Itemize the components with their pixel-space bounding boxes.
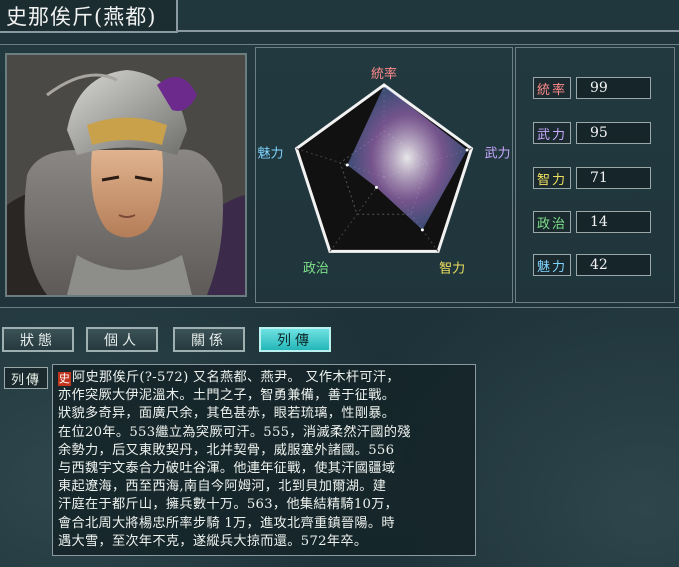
title-divider	[178, 30, 679, 32]
stat-label: 政治	[533, 211, 571, 233]
stat-label: 智力	[533, 167, 571, 189]
stat-row-war: 武力 95	[533, 122, 651, 144]
tab-status[interactable]: 狀態	[2, 327, 74, 352]
radar-axis-label: 魅力	[257, 147, 283, 162]
stat-row-politics: 政治 14	[533, 211, 651, 233]
title-text: 史那俟斤(燕都)	[6, 4, 157, 29]
stat-label: 武力	[533, 122, 571, 144]
biography-label: 列傳	[4, 367, 48, 389]
tab-personal[interactable]: 個人	[86, 327, 158, 352]
radar-axis-label: 政治	[303, 261, 329, 276]
stat-row-intelligence: 智力 71	[533, 167, 651, 189]
biography-text: 阿史那俟斤(?-572) 又名燕都、燕尹。 又作木杆可汗， 亦作突厥大伊泥溫木。…	[58, 370, 411, 549]
radar-point	[374, 185, 378, 189]
stat-row-charisma: 魅力 42	[533, 254, 651, 276]
stat-value: 99	[576, 77, 651, 99]
portrait-image	[7, 55, 245, 295]
ability-stats: 統率 99 武力 95 智力 71 政治 14 魅力 42	[515, 47, 675, 303]
officer-name-title: 史那俟斤(燕都)	[0, 0, 178, 33]
radar-svg: 統率武力智力 政治 魅力	[257, 66, 510, 276]
stat-value: 14	[576, 211, 651, 233]
stat-value: 95	[576, 122, 651, 144]
stat-label: 統率	[533, 77, 571, 99]
radar-axis-label: 武力	[484, 147, 510, 162]
tab-relations[interactable]: 關係	[173, 327, 245, 352]
stat-label: 魅力	[533, 254, 571, 276]
ability-radar-chart: 統率武力智力 政治 魅力	[255, 47, 513, 303]
history-mark-icon: 史	[58, 372, 71, 386]
radar-point	[345, 163, 349, 167]
biography-text-box: 史阿史那俟斤(?-572) 又名燕都、燕尹。 又作木杆可汗， 亦作突厥大伊泥溫木…	[52, 364, 476, 556]
radar-point	[420, 228, 424, 232]
radar-point	[382, 84, 386, 88]
radar-point	[465, 148, 469, 152]
radar-axis-label: 智力	[439, 261, 465, 276]
stat-value: 42	[576, 254, 651, 276]
stat-row-leadership: 統率 99	[533, 77, 651, 99]
officer-portrait	[5, 53, 247, 297]
tab-biography[interactable]: 列傳	[259, 327, 331, 352]
stat-value: 71	[576, 167, 651, 189]
radar-axis-label: 統率	[371, 66, 397, 82]
